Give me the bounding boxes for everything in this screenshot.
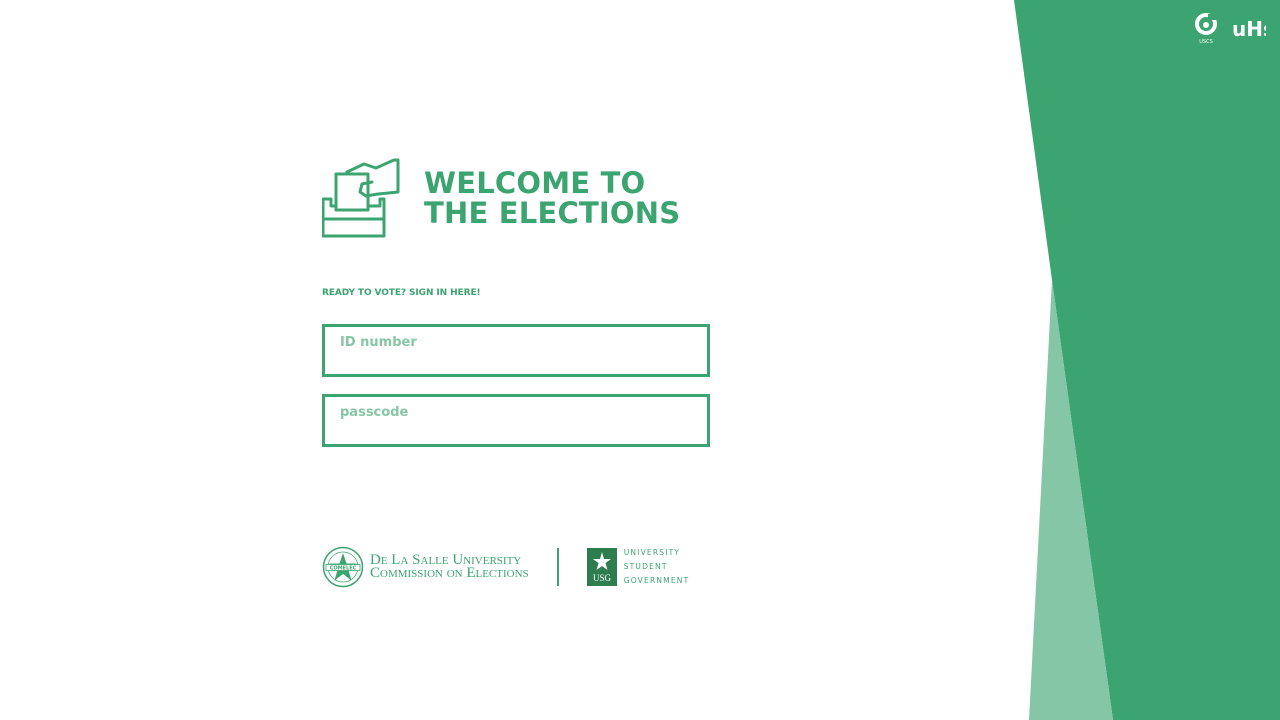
usg-logo-icon: USG — [586, 548, 617, 586]
usg-line-2: STUDENT — [623, 562, 668, 571]
comelec-seal-icon: COMELEC — [322, 546, 364, 588]
uhs-logo: uHs — [1232, 17, 1266, 41]
uscs-logo-text: USCS — [1199, 39, 1213, 45]
comelec-name: De La Salle University Commission on Ele… — [370, 553, 529, 581]
usg-logo-text: USG — [593, 573, 612, 583]
page-title: WELCOME TO THE ELECTIONS — [424, 168, 680, 228]
usg-name: UNIVERSITY STUDENT GOVERNMENT — [624, 546, 690, 588]
comelec-seal-text: COMELEC — [330, 566, 357, 572]
title-line-2: THE ELECTIONS — [424, 196, 681, 230]
top-right-logos: USCS uHs — [1194, 12, 1266, 46]
welcome-header: WELCOME TO THE ELECTIONS — [322, 158, 712, 238]
footer-logos: COMELEC De La Salle University Commissio… — [322, 546, 689, 588]
uhs-logo-text: uHs — [1232, 17, 1266, 41]
usg-line-1: UNIVERSITY — [623, 548, 681, 557]
sign-in-prompt: READY TO VOTE? SIGN IN HERE! — [322, 288, 481, 298]
id-number-input[interactable] — [322, 324, 710, 377]
login-panel: WELCOME TO THE ELECTIONS READY TO VOTE? … — [322, 158, 712, 447]
ballot-box-icon — [322, 158, 400, 238]
footer-divider — [556, 548, 559, 586]
title-line-1: WELCOME TO — [424, 166, 646, 200]
comelec-line-2: Commission on Elections — [370, 565, 529, 581]
uscs-logo: USCS — [1195, 13, 1217, 45]
passcode-input[interactable] — [322, 394, 710, 447]
usg-line-3: GOVERNMENT — [623, 576, 690, 585]
